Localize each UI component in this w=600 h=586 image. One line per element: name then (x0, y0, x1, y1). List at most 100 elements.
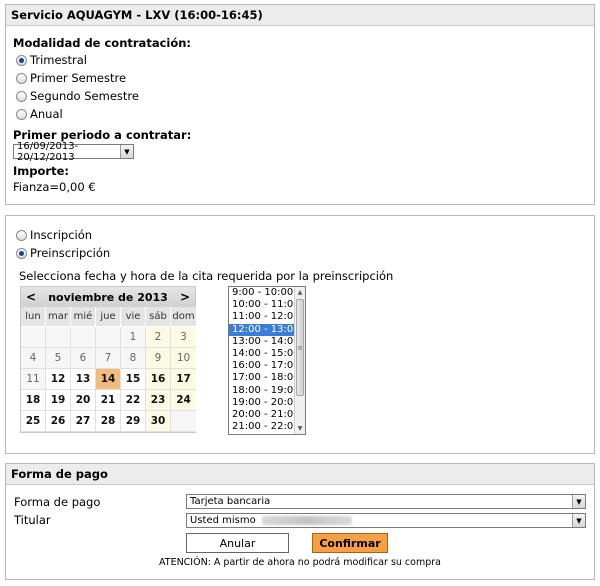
radio-primer-semestre-input[interactable] (16, 72, 27, 84)
forma-pago-value: Tarjeta bancaria (190, 496, 271, 507)
radio-inscripcion-input[interactable] (16, 229, 27, 241)
time-slot-item[interactable]: 12:00 - 13:00 (229, 323, 300, 336)
radio-segundo-semestre-input[interactable] (16, 90, 27, 102)
calendar-day[interactable]: 19 (46, 390, 71, 411)
anular-button[interactable]: Anular (186, 533, 289, 553)
scroll-down-icon[interactable]: ▼ (295, 423, 305, 434)
time-slot-item[interactable]: 21:00 - 22:00 (229, 421, 300, 433)
calendar-day[interactable]: 9 (146, 348, 171, 369)
time-slot-item[interactable]: 19:00 - 20:00 (229, 397, 300, 409)
preinscripcion-instruction: Selecciona fecha y hora de la cita reque… (19, 269, 394, 283)
calendar-day[interactable]: 7 (96, 348, 121, 369)
calendar-day[interactable]: 17 (171, 369, 196, 390)
redacted-name (261, 516, 352, 525)
calendar-day[interactable]: 6 (71, 348, 96, 369)
time-list-scrollbar[interactable]: ▲ ≡ ▼ (294, 287, 305, 434)
radio-anual-input[interactable] (16, 108, 27, 120)
calendar-day[interactable]: 1 (121, 327, 146, 348)
time-slot-item[interactable]: 14:00 - 15:00 (229, 348, 300, 360)
calendar-day[interactable]: 16 (146, 369, 171, 390)
calendar-grid: lun mar mié jue vie sáb dom 1 2 3 4 5 6 7 8 9 10 1… (21, 307, 196, 432)
radio-primer-semestre-label: Primer Semestre (30, 71, 127, 85)
radio-segundo-semestre-label: Segundo Semestre (30, 89, 139, 103)
calendar-empty-day (21, 327, 46, 348)
time-slot-item[interactable]: 13:00 - 14:00 (229, 336, 300, 348)
calendar-empty-day (46, 327, 71, 348)
calendar-day[interactable]: 20 (71, 390, 96, 411)
calendar-day[interactable]: 27 (71, 411, 96, 432)
time-slot-item[interactable]: 9:00 - 10:00 (229, 287, 295, 299)
calendar-day[interactable]: 25 (21, 411, 46, 432)
calendar-day[interactable]: 11 (21, 369, 46, 390)
chevron-down-icon[interactable]: ▼ (120, 145, 133, 158)
calendar-day[interactable]: 22 (121, 390, 146, 411)
scrollbar-thumb[interactable]: ≡ (296, 299, 304, 396)
service-title: Servicio AQUAGYM - LXV (16:00-16:45) (6, 5, 594, 26)
radio-trimestral-input[interactable] (16, 54, 27, 66)
radio-inscripcion[interactable]: Inscripción (16, 227, 92, 243)
titular-label: Titular (14, 513, 51, 527)
time-slot-item[interactable]: 18:00 - 19:00 (229, 385, 300, 397)
weekday-header: sáb (146, 307, 171, 327)
chevron-down-icon[interactable]: ▼ (572, 495, 585, 508)
weekday-header: jue (96, 307, 121, 327)
service-panel: Servicio AQUAGYM - LXV (16:00-16:45) Mod… (5, 4, 595, 205)
calendar-next-button[interactable]: > (180, 290, 190, 304)
time-slot-item[interactable]: 17:00 - 18:00 (229, 372, 300, 384)
importe-label: Importe: (13, 164, 69, 178)
chevron-down-icon[interactable]: ▼ (572, 514, 585, 527)
titular-value: Usted mismo (190, 515, 256, 526)
radio-anual[interactable]: Anual (16, 106, 63, 122)
calendar-day[interactable]: 24 (171, 390, 196, 411)
calendar-empty-day (171, 411, 196, 432)
forma-pago-select[interactable]: Tarjeta bancaria ▼ (186, 494, 586, 509)
titular-select[interactable]: Usted mismo ▼ (186, 513, 586, 528)
scroll-up-icon[interactable]: ▲ (295, 287, 305, 298)
calendar-empty-day (96, 327, 121, 348)
calendar-day[interactable]: 28 (96, 411, 121, 432)
radio-preinscripcion-label: Preinscripción (30, 246, 111, 260)
confirmar-button[interactable]: Confirmar (312, 533, 388, 553)
radio-preinscripcion-input[interactable] (16, 247, 27, 259)
time-slot-item[interactable]: 20:00 - 21:00 (229, 409, 300, 421)
forma-pago-label: Forma de pago (14, 495, 101, 509)
radio-inscripcion-label: Inscripción (30, 228, 93, 242)
registration-panel: Inscripción Preinscripción Selecciona fe… (5, 215, 595, 454)
fianza-text: Fianza=0,00 € (13, 180, 96, 194)
payment-title: Forma de pago (6, 464, 594, 485)
time-slot-item[interactable]: 22:00 - 23:00 (229, 433, 300, 434)
calendar-day[interactable]: 5 (46, 348, 71, 369)
calendar-day[interactable]: 14 (96, 369, 121, 390)
periodo-select-value: 16/09/2013-20/12/2013 (17, 140, 79, 163)
periodo-select[interactable]: 16/09/2013-20/12/2013 ▼ (13, 141, 134, 163)
calendar-day[interactable]: 29 (121, 411, 146, 432)
time-slot-items: 9:00 - 10:00 10:00 - 11:00 11:00 - 12:00 12… (229, 287, 300, 434)
calendar-day[interactable]: 15 (121, 369, 146, 390)
calendar-day[interactable]: 2 (146, 327, 171, 348)
calendar-day[interactable]: 26 (46, 411, 71, 432)
calendar-header: < noviembre de 2013 > (21, 287, 195, 307)
calendar-day[interactable]: 21 (96, 390, 121, 411)
calendar-day[interactable]: 30 (146, 411, 171, 432)
calendar-day[interactable]: 12 (46, 369, 71, 390)
calendar-day[interactable]: 8 (121, 348, 146, 369)
radio-segundo-semestre[interactable]: Segundo Semestre (16, 88, 139, 104)
payment-panel: Forma de pago Forma de pago Tarjeta banc… (5, 463, 595, 580)
time-slot-list[interactable]: 9:00 - 10:00 10:00 - 11:00 11:00 - 12:00 12… (228, 286, 306, 435)
calendar-day[interactable]: 18 (21, 390, 46, 411)
calendar-day[interactable]: 13 (71, 369, 96, 390)
calendar-day[interactable]: 23 (146, 390, 171, 411)
time-slot-item[interactable]: 16:00 - 17:00 (229, 360, 300, 372)
modalidad-label: Modalidad de contratación: (13, 36, 192, 50)
time-slot-item[interactable]: 11:00 - 12:00 (229, 311, 300, 323)
time-slot-item[interactable]: 10:00 - 11:00 (229, 299, 300, 311)
radio-preinscripcion[interactable]: Preinscripción (16, 245, 110, 261)
warning-text: ATENCIÓN: A partir de ahora no podrá mod… (159, 557, 441, 568)
calendar-day[interactable]: 4 (21, 348, 46, 369)
calendar-prev-button[interactable]: < (26, 290, 36, 304)
radio-trimestral[interactable]: Trimestral (16, 52, 87, 68)
calendar-day[interactable]: 3 (171, 327, 196, 348)
radio-primer-semestre[interactable]: Primer Semestre (16, 70, 126, 86)
calendar-day[interactable]: 10 (171, 348, 196, 369)
calendar: < noviembre de 2013 > lun mar mié jue vi… (20, 286, 196, 433)
